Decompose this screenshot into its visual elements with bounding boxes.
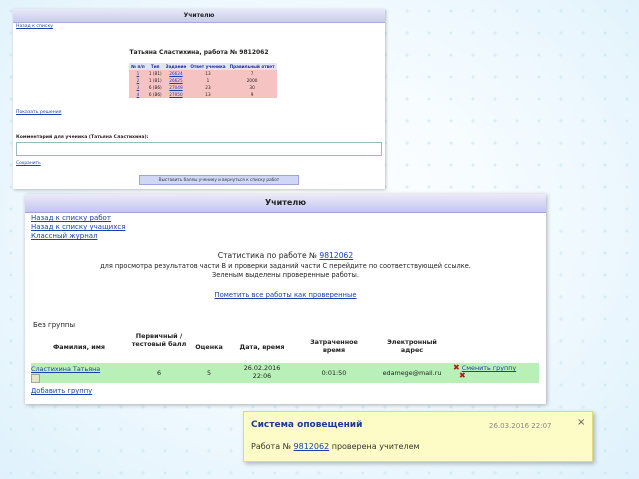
row-student-answer: 13 <box>188 91 228 98</box>
statistics-title-text: Статистика по работе № <box>217 251 317 260</box>
panel1-title: Татьяна Сластихина, работа № 9812062 <box>129 49 269 56</box>
panel1-header: Учителю <box>13 9 385 23</box>
row-number-link[interactable]: 3 <box>129 84 147 91</box>
change-group-link[interactable]: Сменить группу <box>462 364 516 372</box>
add-group-link[interactable]: Добавить группу <box>31 387 92 395</box>
row-type: 1 (B1) <box>146 70 164 77</box>
results-table-header: Фамилия, имя Первичный / тестовый балл О… <box>31 332 539 361</box>
instructions-line-2: Зеленым выделены проверенные работы. <box>212 271 359 279</box>
row-number-link[interactable]: 1 <box>129 70 147 77</box>
work-review-panel: Учителю Назад к списку Татьяна Сластихин… <box>13 9 385 189</box>
primary-score-cell: 6 <box>156 369 162 377</box>
work-number-link[interactable]: 9812062 <box>319 251 353 260</box>
col-type: Тип <box>146 63 164 70</box>
instructions: для просмотра результатов части В и пров… <box>25 262 546 280</box>
col-student-answer: Ответ ученика <box>188 63 228 70</box>
col-number: № п/п <box>129 63 147 70</box>
col-grade: Оценка <box>195 343 223 351</box>
answers-table: № п/п Тип Задание Ответ ученика Правильн… <box>129 63 277 98</box>
instructions-line-1: для просмотра результатов части В и пров… <box>100 262 471 270</box>
comment-label: Комментарий для ученика (Татьяна Сластих… <box>16 135 149 140</box>
row-type: 6 (B6) <box>146 84 164 91</box>
notification-text: Работа № 9812062 проверена учителем <box>251 442 420 451</box>
time-value: 22:06 <box>252 372 272 380</box>
col-time-spent: Затраченное время <box>310 338 358 354</box>
date-value: 26.02.2016 <box>243 364 281 372</box>
time-spent-cell: 0:01:50 <box>321 369 347 377</box>
col-name: Фамилия, имя <box>52 343 106 351</box>
notification-work-link[interactable]: 9812062 <box>294 442 330 451</box>
remove-icon[interactable]: ✖ <box>459 371 466 380</box>
notification-popup: Система оповещений 26.03.2016 22:07 × Ра… <box>243 411 593 462</box>
set-scores-button[interactable]: Выставить баллы ученику и вернуться к сп… <box>139 175 299 185</box>
row-correct-answer: 2000 <box>227 77 277 84</box>
col-email: Электронный адрес <box>387 338 437 354</box>
back-to-works-link[interactable]: Назад к списку работ <box>31 214 125 223</box>
table-row: 2 1 (B1) 26625 1 2000 <box>129 77 277 84</box>
row-number-link[interactable]: 2 <box>129 77 147 84</box>
row-task-link[interactable]: 26624 <box>163 70 189 77</box>
back-to-list-link[interactable]: Назад к списку <box>16 24 53 29</box>
row-student-answer: 13 <box>188 70 228 77</box>
row-task-link[interactable]: 26625 <box>163 77 189 84</box>
row-type: 6 (B6) <box>146 91 164 98</box>
class-journal-link[interactable]: Классный журнал <box>31 232 125 241</box>
col-datetime: Дата, время <box>239 343 285 351</box>
row-student-answer: 1 <box>188 77 228 84</box>
row-type: 1 (B1) <box>146 77 164 84</box>
comment-textarea[interactable] <box>16 142 382 156</box>
table-row: 3 6 (B6) 27049 23 30 <box>129 84 277 91</box>
statistics-panel: Учителю Назад к списку работ Назад к спи… <box>25 194 546 404</box>
actions-cell: ✖ Сменить группу ✖ <box>453 364 539 380</box>
student-name-cell: Сластихина Татьяна <box>31 365 127 384</box>
row-correct-answer: 7 <box>227 70 277 77</box>
row-task-link[interactable]: 27049 <box>163 84 189 91</box>
mark-all-checked-link-wrap: Пометить все работы как проверенные <box>25 291 546 299</box>
col-task: Задание <box>163 63 189 70</box>
notification-text-suffix: проверена учителем <box>331 442 420 451</box>
student-name-link[interactable]: Сластихина Татьяна <box>31 365 100 373</box>
show-solutions-link[interactable]: Показать решения <box>16 110 61 115</box>
statistics-title: Статистика по работе № 9812062 <box>25 251 546 260</box>
edit-pencil-icon[interactable] <box>31 374 40 383</box>
table-row: Сластихина Татьяна 6 5 26.02.2016 22:06 … <box>31 363 539 383</box>
table-row: 4 6 (B6) 27050 13 9 <box>129 91 277 98</box>
row-task-link[interactable]: 27050 <box>163 91 189 98</box>
mark-all-checked-link[interactable]: Пометить все работы как проверенные <box>214 291 356 299</box>
col-correct-answer: Правильный ответ <box>227 63 277 70</box>
save-link[interactable]: Сохранить <box>16 161 41 166</box>
back-to-students-link[interactable]: Назад к списку учащихся <box>31 223 125 232</box>
table-row: 1 1 (B1) 26624 13 7 <box>129 70 277 77</box>
datetime-cell: 26.02.2016 22:06 <box>229 364 295 380</box>
grade-cell: 5 <box>206 369 212 377</box>
row-correct-answer: 9 <box>227 91 277 98</box>
answers-table-header: № п/п Тип Задание Ответ ученика Правильн… <box>129 63 277 70</box>
panel2-header: Учителю <box>25 194 546 213</box>
nav-links: Назад к списку работ Назад к списку учащ… <box>31 214 125 241</box>
notification-text-prefix: Работа № <box>251 442 291 451</box>
close-icon[interactable]: × <box>577 417 585 428</box>
row-student-answer: 23 <box>188 84 228 91</box>
col-primary-score: Первичный / тестовый балл <box>131 332 187 348</box>
notification-title: Система оповещений <box>251 420 363 430</box>
row-number-link[interactable]: 4 <box>129 91 147 98</box>
no-group-label: Без группы <box>33 321 75 329</box>
row-correct-answer: 30 <box>227 84 277 91</box>
notification-timestamp: 26.03.2016 22:07 <box>489 422 552 430</box>
email-cell: edamege@mail.ru <box>382 369 442 377</box>
